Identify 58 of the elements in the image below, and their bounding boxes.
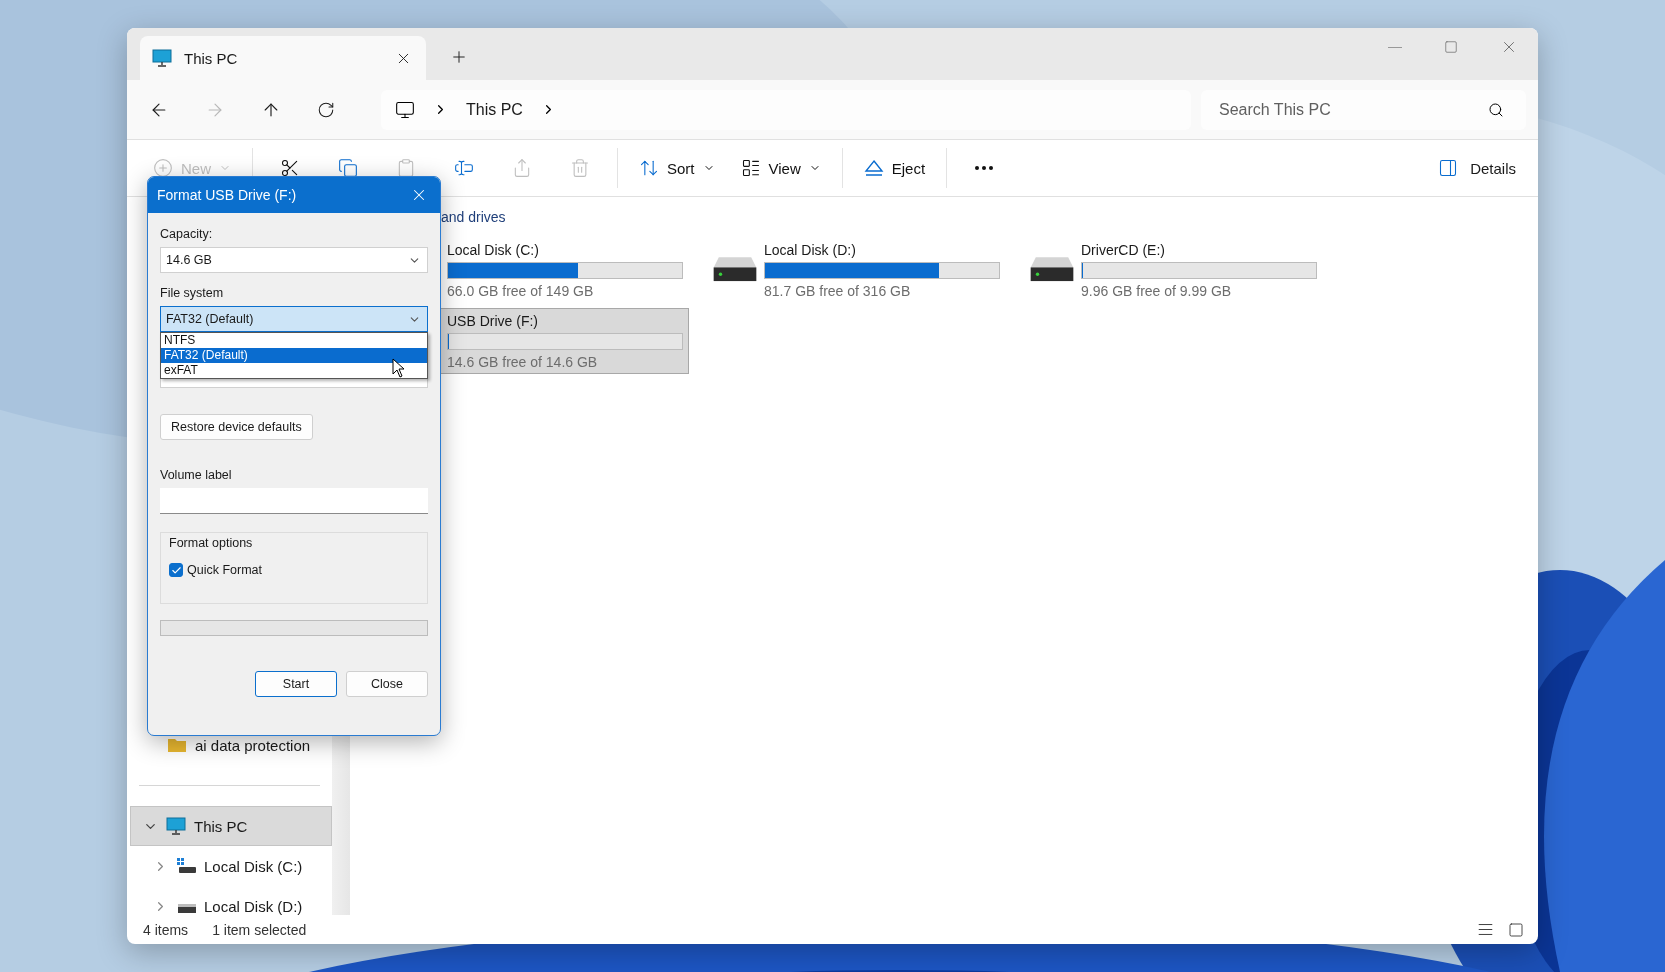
search-icon <box>1488 101 1504 118</box>
drive-free-space: 81.7 GB free of 316 GB <box>764 282 912 299</box>
drive-name: Local Disk (C:) <box>447 241 540 258</box>
tree-item[interactable]: Local Disk (C:) <box>130 846 332 886</box>
drive-free-space: 14.6 GB free of 14.6 GB <box>447 353 599 370</box>
dialog-button[interactable]: Close <box>346 671 428 697</box>
sidebar-item[interactable]: ai data protection <box>130 725 332 765</box>
tab-title: This PC <box>184 49 239 67</box>
square-icon <box>1508 921 1524 938</box>
selection-count: 1 item selected <box>212 921 307 938</box>
details-view-button[interactable] <box>1477 921 1494 938</box>
field-label: Volume label <box>160 468 233 482</box>
checkbox[interactable] <box>169 563 183 577</box>
file-system-select[interactable]: FAT32 (Default) <box>160 306 428 332</box>
drive-free-space: 9.96 GB free of 9.99 GB <box>1081 282 1233 299</box>
monitor-icon <box>395 99 415 120</box>
drive-tile[interactable]: DriverCD (E:) 9.96 GB free of 9.99 GB <box>1023 237 1323 303</box>
group-title: Format options <box>169 536 253 550</box>
eject-button[interactable]: Eject <box>859 150 930 186</box>
field-label: Capacity: <box>160 227 214 241</box>
monitor-icon <box>166 817 186 835</box>
checkbox-label: Quick Format <box>187 563 262 577</box>
tab[interactable]: This PC <box>140 36 426 80</box>
section-title[interactable]: and drives <box>441 209 1538 229</box>
drive-icon <box>176 858 196 874</box>
item-count: 4 items <box>143 921 189 938</box>
restore-defaults-button[interactable]: Restore device defaults <box>160 414 313 440</box>
default-button[interactable]: Start <box>255 671 337 697</box>
refresh-icon <box>317 100 335 119</box>
drive-name: Local Disk (D:) <box>764 241 857 258</box>
minimize-icon <box>1388 46 1402 48</box>
dialog-title: Format USB Drive (F:) <box>157 187 298 203</box>
drive-tile[interactable]: Local Disk (D:) 81.7 GB free of 316 GB <box>706 237 1006 303</box>
monitor-icon <box>152 49 172 67</box>
maximize-icon <box>1444 40 1458 54</box>
view-button[interactable]: View <box>736 150 825 186</box>
address-bar[interactable]: This PC <box>381 89 1191 130</box>
drive-free-space: 66.0 GB free of 149 GB <box>447 282 595 299</box>
minimize-button[interactable] <box>1388 46 1402 48</box>
dropdown-option[interactable]: FAT32 (Default) <box>161 348 427 363</box>
dropdown-option[interactable]: exFAT <box>161 363 427 378</box>
plus-icon <box>450 48 468 66</box>
tree-item[interactable]: This PC <box>130 806 332 846</box>
search-field[interactable]: Search This PC <box>1201 89 1526 130</box>
volume-label-field[interactable] <box>160 488 428 514</box>
new-tab-button[interactable] <box>450 48 468 66</box>
sort-button[interactable]: Sort <box>635 150 719 186</box>
tiles-view-button[interactable] <box>1508 921 1524 938</box>
dropdown-option[interactable]: NTFS <box>161 333 427 348</box>
details-button[interactable]: Details <box>1432 150 1522 186</box>
list-icon <box>1477 921 1494 938</box>
drive-name: USB Drive (F:) <box>447 312 539 329</box>
breadcrumb[interactable]: This PC <box>466 100 523 119</box>
details-pane-icon <box>1438 158 1459 178</box>
capacity-select[interactable]: 14.6 GB <box>160 247 428 273</box>
field-label: File system <box>160 286 225 300</box>
tree-item[interactable]: Local Disk (D:) <box>130 886 332 915</box>
drive-name: DriverCD (E:) <box>1081 241 1166 258</box>
